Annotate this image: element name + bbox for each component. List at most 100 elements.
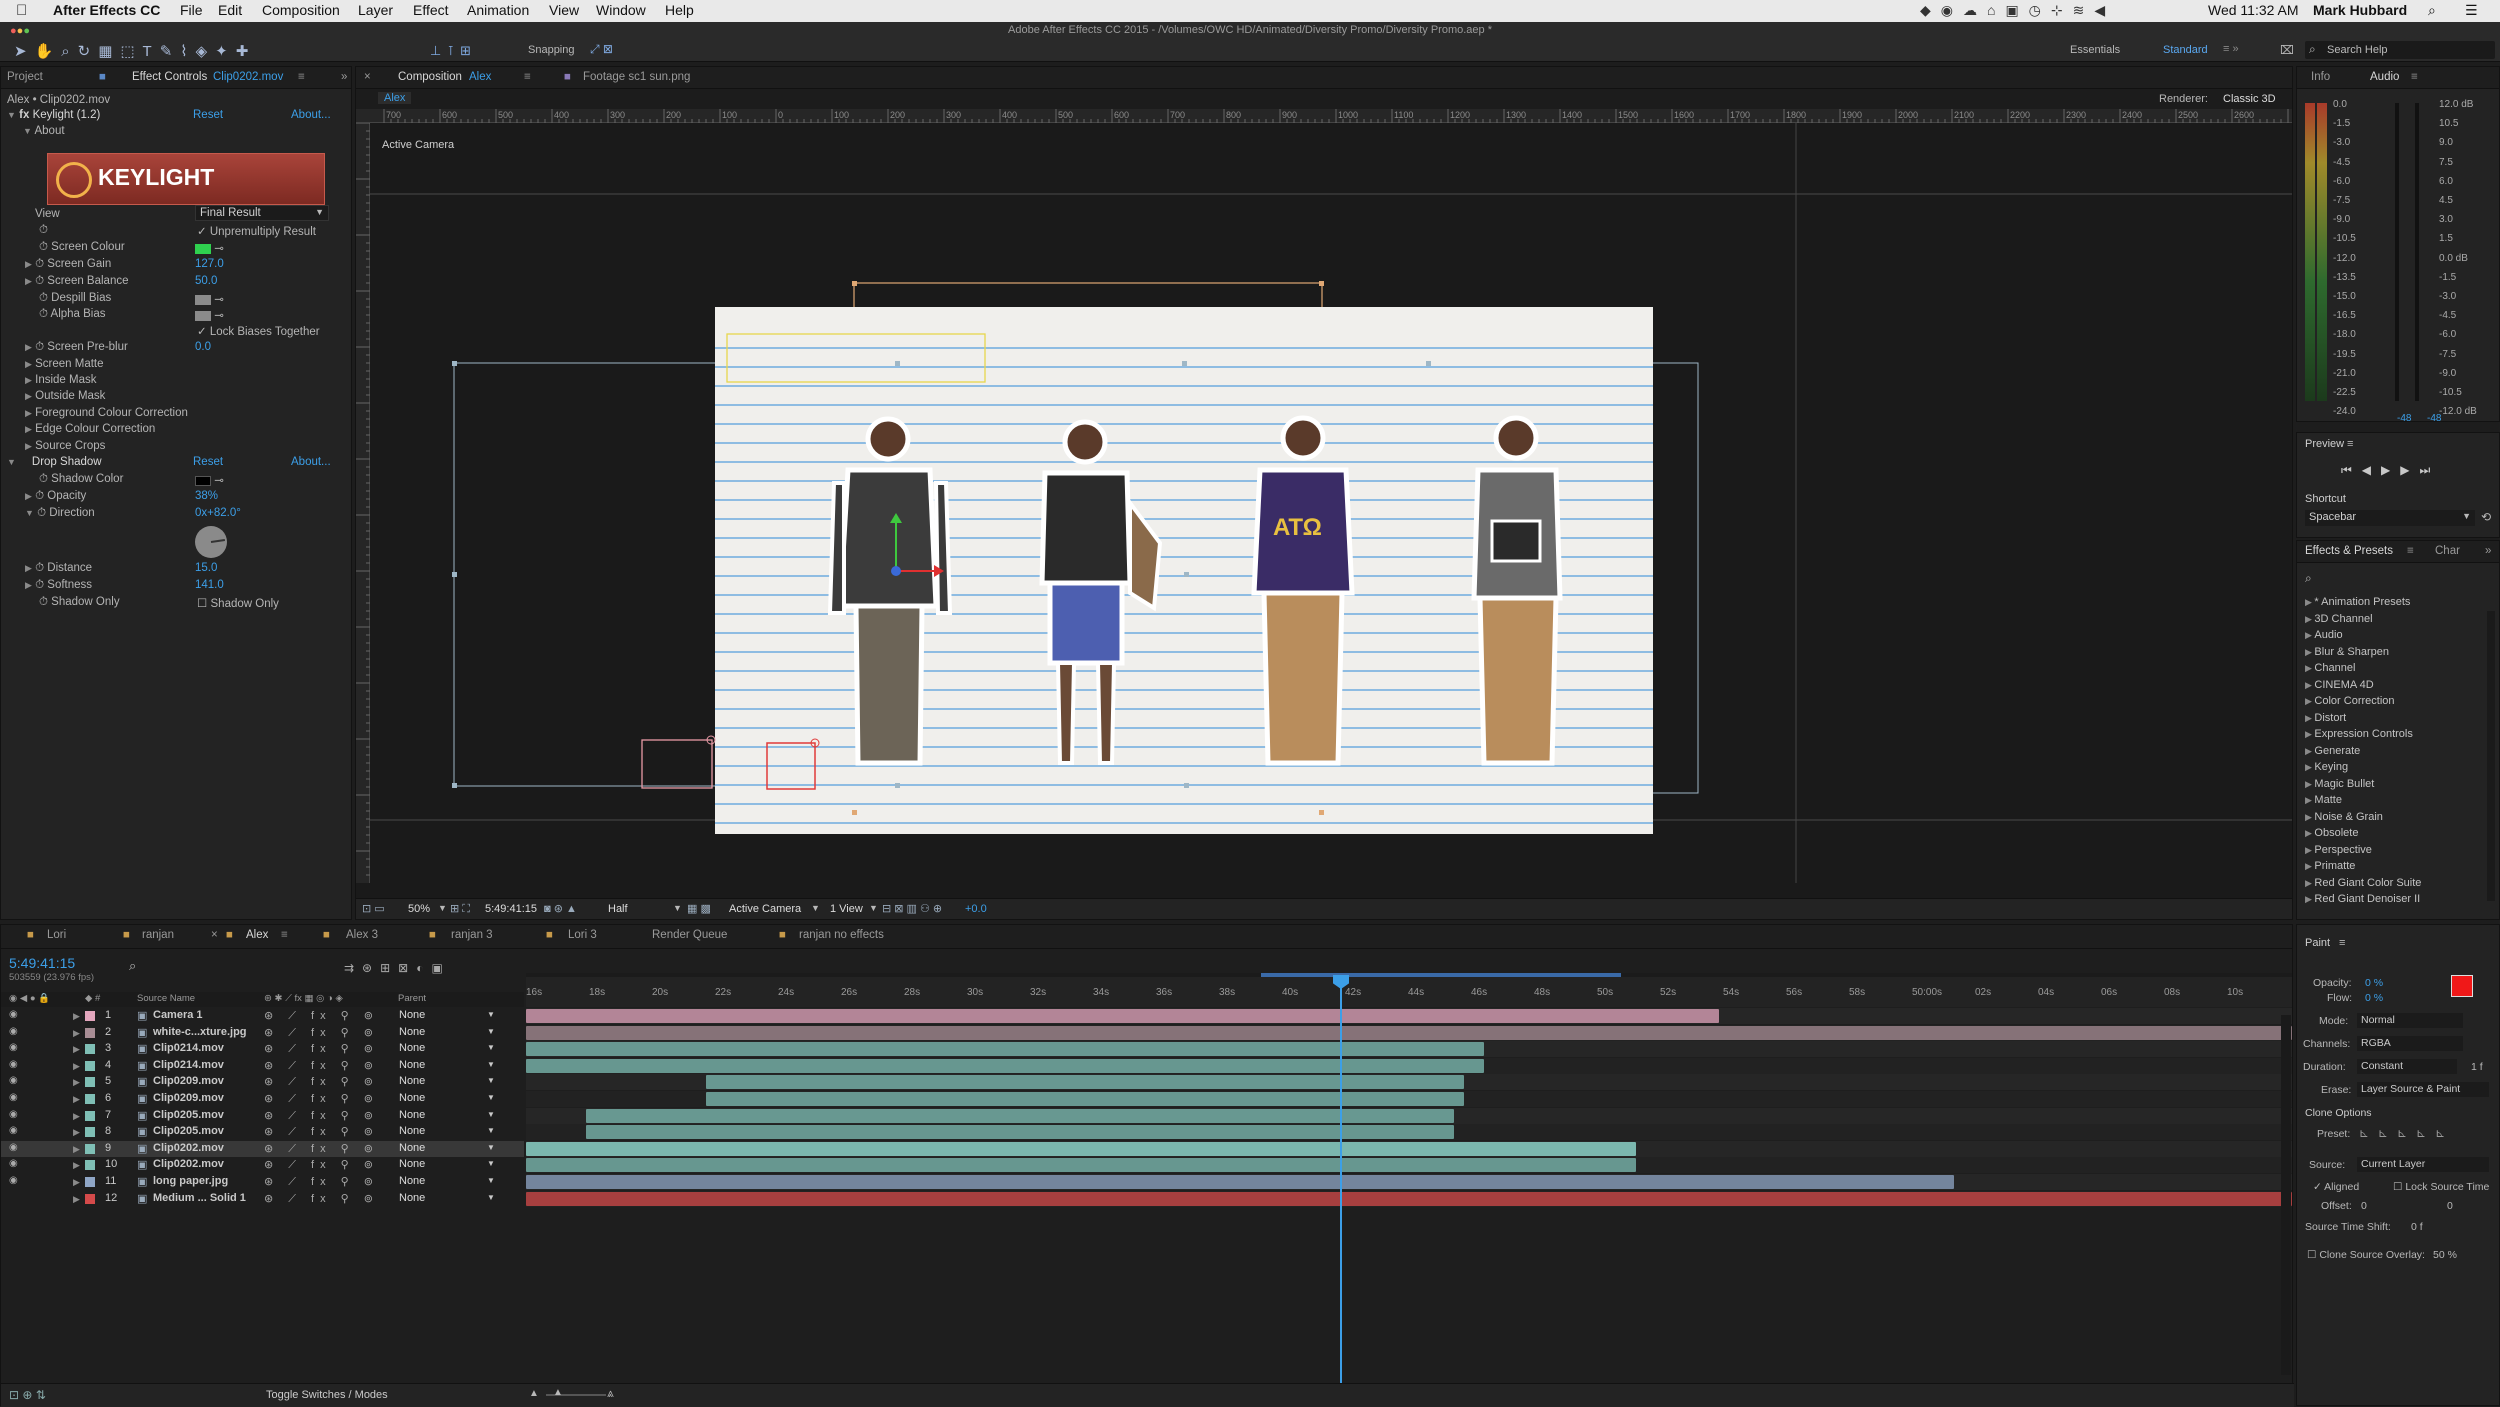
- effects-list-item[interactable]: ▶ Obsolete: [2305, 827, 2358, 839]
- expand-triangle-icon[interactable]: ▶: [73, 1061, 80, 1072]
- snapping-label[interactable]: Snapping: [528, 44, 575, 56]
- stopwatch-icon[interactable]: ⏱: [39, 224, 48, 237]
- layer-name[interactable]: long paper.jpg: [153, 1175, 228, 1187]
- tab-ranjan[interactable]: ranjan: [142, 929, 174, 941]
- audio-slider-right[interactable]: [2415, 103, 2419, 401]
- tab-composition[interactable]: Composition: [398, 71, 462, 83]
- panel-menu-icon[interactable]: ≡: [2347, 438, 2353, 450]
- layer-name[interactable]: Clip0214.mov: [153, 1059, 224, 1071]
- layer-label-color[interactable]: [85, 1177, 95, 1187]
- expand-triangle-icon[interactable]: ▶: [73, 1144, 80, 1155]
- shadow-color-swatch[interactable]: ⊸: [195, 473, 224, 487]
- keylight-reset[interactable]: Reset: [193, 109, 223, 121]
- table-row[interactable]: ◉ ▶ 9 ▣ Clip0202.mov ⊛ ⟋ fx ⚲ ⊚ None ▼: [1, 1140, 524, 1157]
- transparency-grid-icon[interactable]: ▦ ▩: [687, 902, 711, 915]
- group-source-crops[interactable]: ▶ Source Crops: [25, 440, 105, 452]
- menu-user[interactable]: Mark Hubbard: [2313, 2, 2407, 18]
- zoom-out-icon[interactable]: ▲: [529, 1388, 539, 1399]
- playback-controls[interactable]: ⏮◀▶▶⏭: [2341, 463, 2440, 478]
- layer-duration-bar[interactable]: [706, 1075, 1464, 1090]
- eyedropper-icon[interactable]: ⊸: [214, 475, 224, 487]
- paint-mode-dropdown[interactable]: Normal: [2357, 1013, 2463, 1028]
- effects-scrollbar[interactable]: [2487, 611, 2495, 901]
- lock-source-time-checkbox[interactable]: ☐ Lock Source Time: [2393, 1181, 2489, 1193]
- effects-list-item[interactable]: ▶ Red Giant Denoiser II: [2305, 893, 2420, 905]
- panel-expand-icon[interactable]: »: [2485, 545, 2491, 557]
- resolution-dropdown[interactable]: Half: [608, 903, 628, 915]
- parent-dropdown[interactable]: None: [399, 1109, 499, 1121]
- timeline-switch-icons[interactable]: ⇉⊛⊞⊠◐▣: [344, 961, 451, 975]
- visibility-eye-icon[interactable]: ◉: [9, 1158, 18, 1169]
- loop-icon[interactable]: ⟲: [2481, 510, 2491, 524]
- layer-label-color[interactable]: [85, 1011, 95, 1021]
- expand-triangle-icon[interactable]: ▶: [73, 1028, 80, 1039]
- effects-list-item[interactable]: ▶ Magic Bullet: [2305, 778, 2374, 790]
- table-row[interactable]: ◉ ▶ 4 ▣ Clip0214.mov ⊛ ⟋ fx ⚲ ⊚ None ▼: [1, 1058, 524, 1074]
- table-row[interactable]: ◉ ▶ 11 ▣ long paper.jpg ⊛ ⟋ fx ⚲ ⊚ None ▼: [1, 1174, 524, 1190]
- paint-duration-frames[interactable]: 1 f: [2471, 1061, 2483, 1073]
- layer-switch-icons[interactable]: ⊛ ⟋ fx ⚲ ⊚: [264, 1026, 379, 1040]
- table-row[interactable]: ◉ ▶ 10 ▣ Clip0202.mov ⊛ ⟋ fx ⚲ ⊚ None ▼: [1, 1157, 524, 1173]
- search-icon[interactable]: ⌕: [129, 958, 136, 974]
- effects-list-item[interactable]: ▶ Distort: [2305, 712, 2346, 724]
- visibility-eye-icon[interactable]: ◉: [9, 1042, 18, 1053]
- effects-list-item[interactable]: ▶ CINEMA 4D: [2305, 679, 2374, 691]
- tab-render-queue[interactable]: Render Queue: [652, 929, 727, 941]
- layer-name[interactable]: Clip0202.mov: [153, 1158, 224, 1170]
- layer-name[interactable]: Clip0205.mov: [153, 1125, 224, 1137]
- spotlight-icon[interactable]: ⌕: [2428, 2, 2436, 19]
- offset-x[interactable]: 0: [2361, 1200, 2367, 1212]
- visibility-eye-icon[interactable]: ◉: [9, 1175, 18, 1186]
- workspace-essentials[interactable]: Essentials: [2070, 44, 2120, 56]
- parent-dropdown[interactable]: None: [399, 1158, 499, 1170]
- tab-effects-presets[interactable]: Effects & Presets: [2305, 545, 2393, 557]
- panel-menu-icon[interactable]: ≡: [2339, 937, 2345, 949]
- effects-list-item[interactable]: ▶ Keying: [2305, 761, 2348, 773]
- tab-footage[interactable]: Footage sc1 sun.png: [583, 71, 690, 83]
- effects-list-item[interactable]: ▶ Expression Controls: [2305, 728, 2413, 740]
- snapshot-icon[interactable]: ◙ ⊛ ▲: [544, 902, 577, 915]
- menu-file[interactable]: File: [180, 2, 203, 18]
- panel-menu-icon[interactable]: ≡: [2411, 71, 2418, 83]
- menu-composition[interactable]: Composition: [262, 2, 340, 18]
- paint-opacity-value[interactable]: 0 %: [2365, 977, 2383, 989]
- parent-dropdown[interactable]: None: [399, 1059, 499, 1071]
- despill-bias-swatch[interactable]: ⊸: [195, 292, 224, 306]
- layer-switch-icons[interactable]: ⊛ ⟋ fx ⚲ ⊚: [264, 1175, 379, 1189]
- tab-effect-controls-clip[interactable]: Clip0202.mov: [213, 71, 283, 83]
- parent-dropdown[interactable]: None: [399, 1026, 499, 1038]
- panel-menu-icon[interactable]: ≡: [298, 71, 305, 83]
- source-name-header[interactable]: Source Name: [137, 993, 195, 1004]
- toggle-switches-modes[interactable]: Toggle Switches / Modes: [266, 1389, 388, 1401]
- opacity-value[interactable]: 38%: [195, 490, 218, 502]
- foreground-color-swatch[interactable]: [2451, 975, 2473, 997]
- unpremultiply-checkbox[interactable]: ✓ Unpremultiply Result: [197, 224, 316, 238]
- group-edge-colour[interactable]: ▶ Edge Colour Correction: [25, 423, 155, 435]
- apple-icon[interactable]: : [16, 2, 27, 19]
- table-row[interactable]: ▶ 12 ▣ Medium ... Solid 1 ⊛ ⟋ fx ⚲ ⊚ None ▼: [1, 1191, 524, 1207]
- visibility-eye-icon[interactable]: ◉: [9, 1092, 18, 1103]
- layer-label-color[interactable]: [85, 1143, 95, 1154]
- layer-switch-icons[interactable]: ⊛ ⟋ fx ⚲ ⊚: [264, 1109, 379, 1123]
- parent-header[interactable]: Parent: [398, 993, 426, 1004]
- layer-switch-icons[interactable]: ⊛ ⟋ fx ⚲ ⊚: [264, 1009, 379, 1023]
- clone-preset-icons[interactable]: ⊾⊾⊾⊾⊾: [2359, 1126, 2454, 1140]
- drop-shadow-header[interactable]: ▼ Drop Shadow: [7, 456, 102, 468]
- expand-triangle-icon[interactable]: ▶: [73, 1011, 80, 1022]
- menu-effect[interactable]: Effect: [413, 2, 449, 18]
- effects-list-item[interactable]: ▶ 3D Channel: [2305, 613, 2373, 625]
- parent-dropdown[interactable]: None: [399, 1042, 499, 1054]
- layer-switch-icons[interactable]: ⊛ ⟋ fx ⚲ ⊚: [264, 1042, 379, 1056]
- screen-preblur-value[interactable]: 0.0: [195, 341, 211, 353]
- snapping-icons[interactable]: ⤢ ⊠: [590, 42, 613, 57]
- search-icon[interactable]: ⌕: [2305, 571, 2312, 586]
- table-row[interactable]: ◉ ▶ 5 ▣ Clip0209.mov ⊛ ⟋ fx ⚲ ⊚ None ▼: [1, 1074, 524, 1090]
- notification-icon[interactable]: ☰: [2465, 2, 2478, 19]
- layer-name[interactable]: Clip0214.mov: [153, 1042, 224, 1054]
- screen-gain-value[interactable]: 127.0: [195, 258, 224, 270]
- paint-duration-dropdown[interactable]: Constant: [2357, 1059, 2457, 1074]
- status-icons[interactable]: ◆◉☁⌂▣◷⊹≋◀: [1920, 2, 2115, 19]
- audio-slider-left[interactable]: [2395, 103, 2399, 401]
- table-row[interactable]: ◉ ▶ 1 ▣ Camera 1 ⊛ ⟋ fx ⚲ ⊚ None ▼: [1, 1008, 524, 1024]
- visibility-eye-icon[interactable]: ◉: [9, 1059, 18, 1070]
